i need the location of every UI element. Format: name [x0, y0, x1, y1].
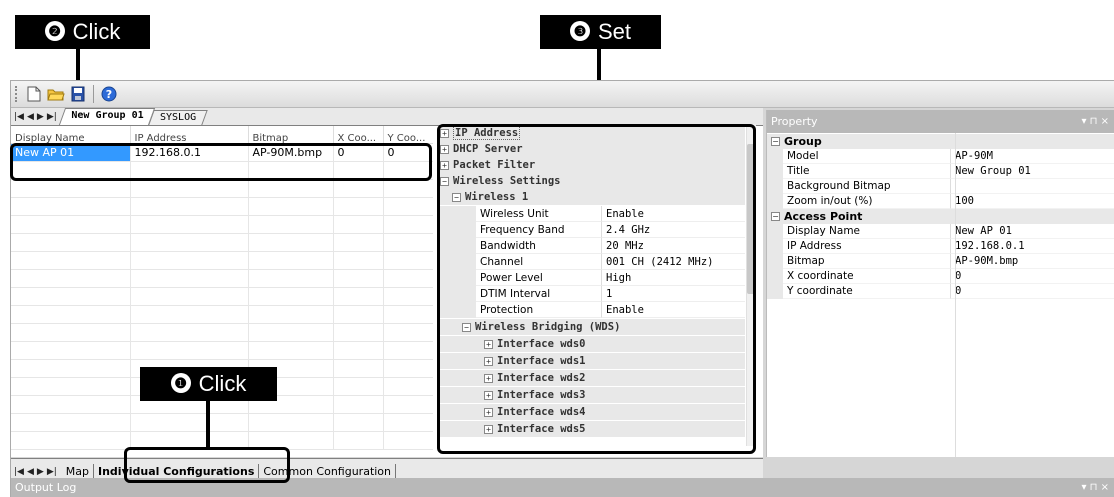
new-file-icon[interactable] — [24, 84, 44, 104]
prev-icon[interactable]: ◀ — [27, 467, 34, 477]
panel-controls-icon[interactable]: ▾ ⊓ × — [1081, 478, 1109, 497]
help-icon[interactable]: ? — [99, 84, 119, 104]
table-row — [11, 323, 433, 342]
table-row — [11, 215, 433, 234]
panel-controls-icon[interactable]: ▾ ⊓ × — [1081, 110, 1109, 133]
prop-background-bitmap[interactable]: Background Bitmap — [767, 179, 1114, 194]
table-row — [11, 341, 433, 360]
prop-ip-address[interactable]: IP Address 192.168.0.1 — [767, 239, 1114, 254]
toolbar: ? — [11, 81, 1114, 108]
property-header: Property ▾ ⊓ × — [767, 110, 1114, 133]
property-panel: Property ▾ ⊓ × − Group Model AP-90M Title N… — [766, 110, 1114, 457]
property-column-divider — [955, 133, 956, 457]
save-icon[interactable] — [68, 84, 88, 104]
column-display-name[interactable]: Display Name — [11, 126, 131, 144]
doc-tab-nav[interactable]: |◀ ◀ ▶ ▶| — [11, 112, 62, 125]
callout-1-leader — [206, 401, 210, 448]
prop-display-name[interactable]: Display Name New AP 01 — [767, 224, 1114, 239]
prop-group-category[interactable]: − Group — [767, 134, 1114, 149]
open-folder-icon[interactable] — [46, 84, 66, 104]
column-ip-address[interactable]: IP Address — [130, 126, 249, 144]
table-row — [11, 251, 433, 270]
table-row — [11, 305, 433, 324]
table-row — [11, 269, 433, 288]
prop-access-point-category[interactable]: − Access Point — [767, 209, 1114, 224]
prop-bitmap[interactable]: Bitmap AP-90M.bmp — [767, 254, 1114, 269]
column-bitmap[interactable]: Bitmap — [248, 126, 334, 144]
prop-model[interactable]: Model AP-90M — [767, 149, 1114, 164]
table-row — [11, 413, 433, 432]
next-icon[interactable]: ▶ — [37, 112, 44, 122]
prev-icon[interactable]: ◀ — [27, 112, 34, 122]
highlight-selected-row — [10, 143, 432, 181]
last-icon[interactable]: ▶| — [47, 467, 57, 477]
prop-title[interactable]: Title New Group 01 — [767, 164, 1114, 179]
first-icon[interactable]: |◀ — [14, 112, 24, 122]
table-row — [11, 233, 433, 252]
callout-1-click: ❶ Click — [140, 367, 277, 401]
table-row — [11, 197, 433, 216]
prop-zoom[interactable]: Zoom in/out (%) 100 — [767, 194, 1114, 209]
callout-2-click: ❷ Click — [15, 15, 150, 49]
tab-syslog[interactable]: SYSLOG — [148, 110, 208, 125]
column-y-coordinate[interactable]: Y Coo... — [383, 126, 433, 144]
column-x-coordinate[interactable]: X Coo... — [333, 126, 384, 144]
prop-x-coordinate[interactable]: X coordinate 0 — [767, 269, 1114, 284]
prop-y-coordinate[interactable]: Y coordinate 0 — [767, 284, 1114, 299]
first-icon[interactable]: |◀ — [14, 467, 24, 477]
toolbar-separator — [93, 85, 94, 103]
bottom-tab-nav[interactable]: |◀ ◀ ▶ ▶| — [11, 467, 62, 477]
last-icon[interactable]: ▶| — [47, 112, 57, 122]
tab-new-group-01[interactable]: New Group 01 — [58, 108, 156, 125]
table-row — [11, 179, 433, 198]
callout-3-set: ❸ Set — [540, 15, 661, 49]
collapse-icon[interactable]: − — [771, 212, 780, 221]
svg-text:?: ? — [106, 88, 112, 101]
highlight-config-tree — [437, 124, 756, 454]
next-icon[interactable]: ▶ — [37, 467, 44, 477]
table-row — [11, 287, 433, 306]
highlight-individual-tab — [124, 447, 290, 483]
toolbar-grip[interactable] — [15, 86, 18, 102]
collapse-icon[interactable]: − — [771, 137, 780, 146]
